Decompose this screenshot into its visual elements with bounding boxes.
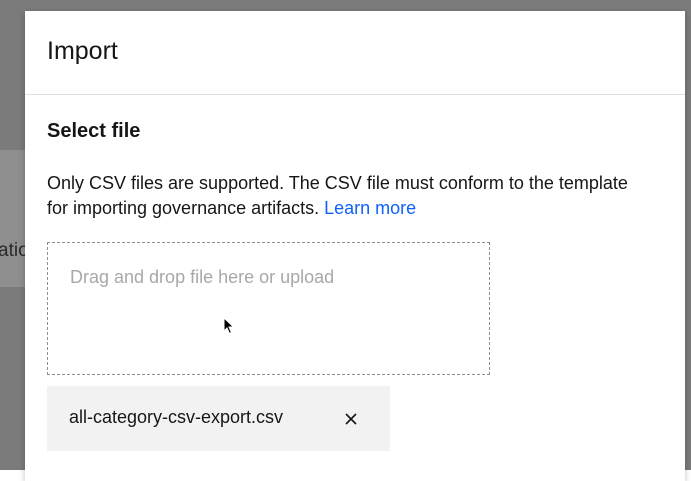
close-icon[interactable]: [339, 407, 363, 431]
file-dropzone[interactable]: Drag and drop file here or upload: [47, 242, 490, 375]
description: Only CSV files are supported. The CSV fi…: [47, 171, 637, 221]
section-title: Select file: [47, 120, 141, 142]
modal-title: Import: [47, 37, 118, 65]
modal-header: Import: [25, 11, 685, 95]
mouse-pointer-icon: [223, 317, 235, 335]
dropzone-label: Drag and drop file here or upload: [70, 267, 335, 287]
file-name: all-category-csv-export.csv: [69, 407, 284, 427]
import-modal: Import Select file Only CSV files are su…: [25, 11, 685, 481]
learn-more-link[interactable]: Learn more: [324, 198, 416, 218]
uploaded-file-item: all-category-csv-export.csv: [47, 386, 390, 451]
